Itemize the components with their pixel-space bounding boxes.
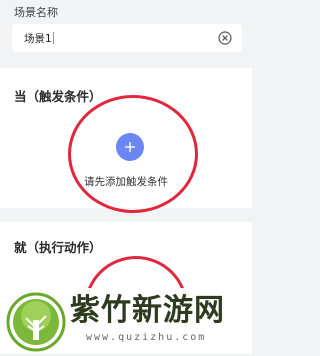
action-section-title: 就（执行动作） <box>14 240 102 255</box>
scene-name-input[interactable]: 场景1 <box>12 24 242 52</box>
tree-logo-icon <box>6 292 66 352</box>
clear-icon[interactable] <box>218 31 232 45</box>
scene-name-value: 场景1 <box>24 32 52 45</box>
scene-name-label: 场景名称 <box>14 6 58 19</box>
watermark: 紫竹新游网 www.quzizhu.com <box>0 288 252 354</box>
highlight-annotation-ring <box>68 95 198 213</box>
text-caret <box>52 32 55 44</box>
trigger-section-title: 当（触发条件） <box>14 89 102 104</box>
watermark-title: 紫竹新游网 <box>70 293 225 328</box>
watermark-url: www.quzizhu.com <box>86 332 207 343</box>
